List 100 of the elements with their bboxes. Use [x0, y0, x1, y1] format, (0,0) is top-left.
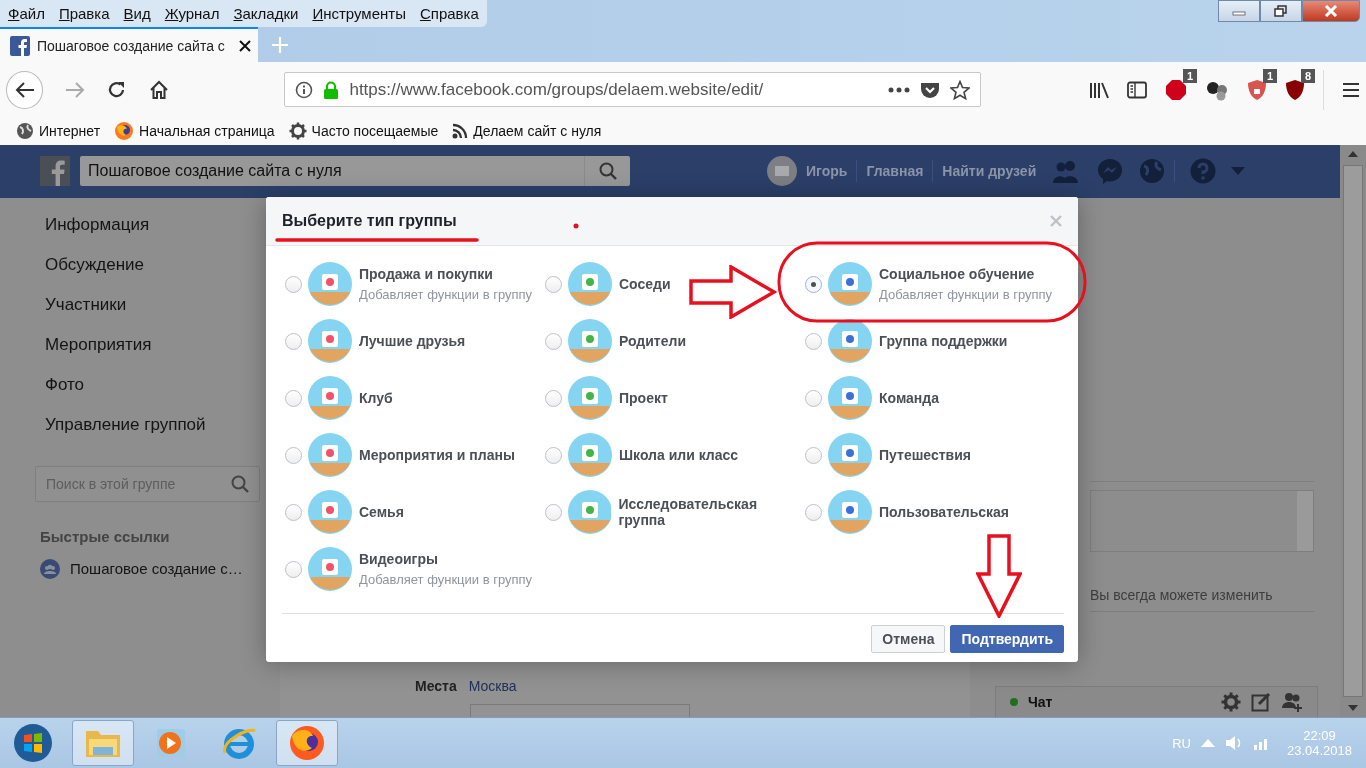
radio-button[interactable] [285, 503, 302, 521]
field-label: Места [415, 678, 457, 695]
group-link[interactable]: Пошаговое создание с… [35, 558, 260, 579]
option-label: Исследовательская группа [618, 496, 759, 529]
gear-icon [288, 122, 307, 141]
illustration-icon [308, 376, 352, 421]
star-icon[interactable] [950, 79, 970, 100]
folder-taskbar-button[interactable] [72, 720, 134, 767]
new-tab-icon[interactable] [270, 34, 290, 55]
edit-icon[interactable] [1251, 692, 1271, 713]
menu-item[interactable]: Файл [8, 5, 45, 22]
radio-button[interactable] [805, 446, 822, 464]
bookmark-link[interactable]: Интернет [16, 122, 101, 141]
nav-link[interactable]: Главная [866, 163, 924, 180]
menu-item[interactable]: Закладки [233, 5, 299, 22]
confirm-button[interactable]: Подтвердить [950, 624, 1064, 653]
sidebar-item[interactable]: Фото [35, 373, 260, 414]
text-area[interactable] [1090, 490, 1314, 553]
sidebar-item[interactable]: Управление группой [35, 413, 260, 454]
padlock-icon [323, 80, 340, 99]
reload-icon[interactable] [107, 79, 127, 100]
count-badge: 1 [1182, 68, 1197, 83]
option-label: Родители [619, 333, 686, 350]
menu-item[interactable]: Вид [123, 5, 151, 22]
scrollbar[interactable] [1297, 491, 1313, 552]
more-icon[interactable] [888, 86, 910, 93]
menu-item[interactable]: Журнал [164, 5, 220, 22]
sidebar-item[interactable]: Обсуждение [35, 253, 260, 294]
browser-tab[interactable]: Пошаговое создание сайта с [0, 27, 258, 62]
info-icon[interactable] [295, 80, 314, 99]
caret-icon[interactable] [1231, 166, 1246, 177]
radio-button[interactable] [545, 503, 562, 521]
globe-icon[interactable] [1139, 158, 1166, 185]
chat-bar[interactable]: Чат [995, 686, 1318, 718]
shield-icon[interactable] [1247, 78, 1267, 101]
back-button[interactable] [6, 70, 44, 109]
menu-item[interactable]: Инструменты [312, 5, 406, 22]
radio-button[interactable] [285, 275, 302, 293]
menu-item[interactable]: Справка [419, 5, 479, 22]
pocket-icon[interactable] [920, 80, 940, 99]
messenger-icon[interactable] [1096, 157, 1125, 186]
illustration-icon [568, 433, 612, 478]
radio-button[interactable] [545, 389, 562, 407]
text-field[interactable] [470, 704, 690, 718]
settings-icon[interactable] [1221, 692, 1241, 713]
radio-button[interactable] [545, 332, 562, 350]
radio-button[interactable] [545, 275, 562, 293]
shield-icon[interactable] [1285, 78, 1305, 101]
close-icon[interactable] [1050, 214, 1062, 227]
close-button[interactable] [1302, 0, 1360, 22]
illustration-icon [828, 376, 872, 421]
bookmark-link[interactable]: Начальная страница [114, 121, 275, 142]
firefox-taskbar-button[interactable] [276, 720, 338, 767]
option-label: Клуб [359, 390, 393, 407]
library-icon[interactable] [1089, 80, 1109, 99]
illustration-icon [568, 319, 612, 364]
location-link[interactable]: Москва [468, 678, 517, 695]
radio-button[interactable] [285, 389, 302, 407]
menu-icon[interactable] [1342, 81, 1360, 98]
bookmark-link[interactable]: Делаем сайт с нуля [452, 123, 602, 140]
sidebar-item[interactable]: Участники [35, 293, 260, 334]
restore-button[interactable] [1260, 0, 1302, 22]
sidebar-icon[interactable] [1127, 80, 1147, 99]
illustration-icon [828, 433, 872, 478]
radio-button[interactable] [285, 560, 302, 578]
sidebar-item[interactable]: Информация [35, 213, 260, 254]
address-bar[interactable]: https://www.facebook.com/groups/delaem.website/edit/ [284, 72, 981, 108]
stop-sign-icon[interactable] [1165, 78, 1187, 101]
avatar-icon[interactable] [767, 156, 797, 187]
firefox-icon [114, 121, 135, 142]
sidebar-item[interactable]: Мероприятия [35, 333, 260, 374]
rss-icon [452, 123, 469, 140]
close-tab-icon[interactable] [238, 38, 252, 53]
minimize-button[interactable] [1218, 0, 1260, 22]
count-badge: 1 [1262, 68, 1277, 83]
close-icon [1323, 5, 1339, 17]
facebook-logo-icon[interactable] [40, 156, 70, 187]
radio-button[interactable] [805, 389, 822, 407]
search-field[interactable]: Пошаговое создание сайта с нуля [80, 156, 630, 187]
radio-button[interactable] [805, 275, 822, 293]
scroll-down-icon[interactable] [1348, 705, 1358, 712]
nav-link[interactable]: Найти друзей [942, 163, 1037, 180]
speaker-icon[interactable] [1224, 735, 1243, 752]
help-icon[interactable] [1190, 158, 1217, 185]
cancel-button[interactable]: Отмена [871, 624, 946, 653]
tray-arrow-icon[interactable] [1200, 738, 1215, 749]
home-icon[interactable] [148, 79, 169, 100]
forward-icon[interactable] [65, 80, 86, 99]
radio-button[interactable] [805, 332, 822, 350]
radio-button[interactable] [285, 332, 302, 350]
menu-item[interactable]: Правка [58, 5, 110, 22]
radio-button[interactable] [545, 446, 562, 464]
illustration-icon [308, 433, 352, 478]
add-people-icon[interactable] [1281, 692, 1303, 713]
profile-link[interactable]: Игорь [806, 163, 848, 180]
scrollbar[interactable] [1340, 144, 1366, 718]
bookmark-link[interactable]: Часто посещаемые [288, 122, 439, 141]
scroll-up-icon[interactable] [1348, 150, 1358, 157]
radio-button[interactable] [285, 446, 302, 464]
radio-button[interactable] [805, 503, 822, 521]
